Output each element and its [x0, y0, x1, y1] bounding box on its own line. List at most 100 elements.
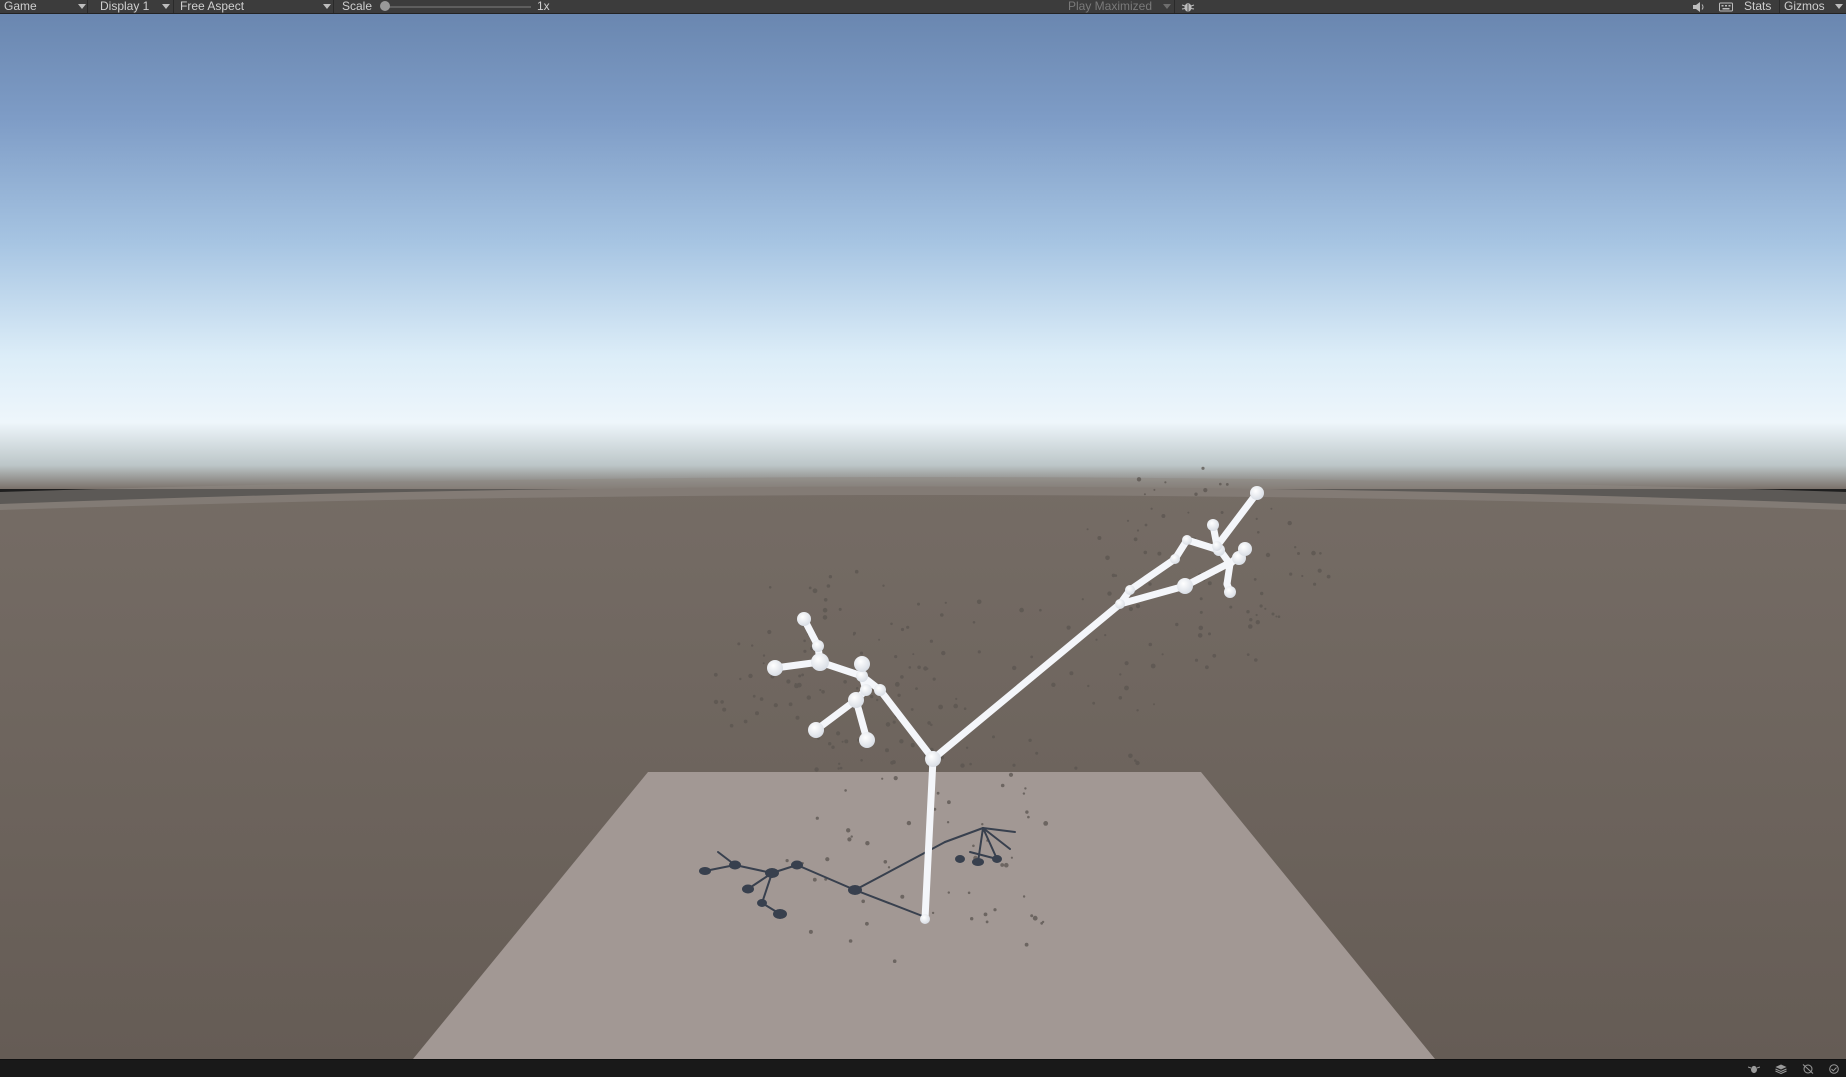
- particle: [1208, 632, 1211, 636]
- particle: [965, 746, 969, 749]
- debug-toggle-button[interactable]: [1178, 0, 1198, 13]
- particle: [985, 920, 989, 924]
- particle: [938, 704, 943, 710]
- particle: [1157, 551, 1162, 556]
- particle: [899, 739, 904, 744]
- particle: [1164, 481, 1167, 484]
- particle: [1260, 591, 1264, 596]
- particle: [967, 891, 971, 895]
- particle: [1199, 597, 1203, 601]
- particle: [1000, 863, 1005, 867]
- particle: [941, 650, 946, 656]
- particle: [891, 760, 896, 765]
- keyboard-shortcuts-button[interactable]: [1716, 0, 1736, 13]
- particle: [860, 759, 863, 762]
- bug-icon[interactable]: [1748, 1064, 1760, 1074]
- particle: [912, 653, 915, 656]
- particle: [1030, 655, 1034, 659]
- chevron-down-icon: [162, 4, 170, 9]
- particle: [1119, 673, 1122, 676]
- status-bar: [0, 1059, 1846, 1077]
- particle: [876, 698, 879, 702]
- particle: [1198, 625, 1204, 631]
- particle: [722, 707, 727, 712]
- mute-audio-button[interactable]: [1690, 0, 1708, 13]
- particle: [844, 789, 847, 792]
- particle: [843, 680, 847, 684]
- particle: [906, 820, 912, 826]
- particle: [1161, 653, 1164, 656]
- particle: [803, 649, 807, 653]
- scale-label: Scale: [342, 0, 373, 13]
- game-viewport[interactable]: [0, 14, 1846, 1059]
- particle: [812, 877, 817, 882]
- particle: [1104, 634, 1107, 637]
- particle: [822, 607, 828, 613]
- particle: [844, 739, 849, 744]
- particle: [773, 703, 778, 708]
- particle: [1265, 552, 1271, 558]
- particle: [1203, 488, 1208, 493]
- particle: [1270, 507, 1273, 510]
- gizmos-dropdown[interactable]: Gizmos: [1779, 0, 1846, 13]
- particle: [808, 586, 812, 590]
- particle: [822, 615, 828, 620]
- particle: [1126, 519, 1130, 522]
- particle: [1326, 574, 1331, 579]
- particle: [1136, 477, 1142, 482]
- chevron-down-icon: [1835, 4, 1843, 9]
- scale-slider-track[interactable]: [385, 6, 531, 8]
- particle: [1066, 625, 1071, 630]
- particle: [1246, 653, 1250, 656]
- particle: [1012, 665, 1017, 671]
- particle: [890, 622, 893, 626]
- particle: [1225, 483, 1229, 486]
- particle: [1287, 520, 1292, 526]
- display-label: Display 1: [100, 0, 150, 13]
- particle: [1024, 942, 1029, 947]
- particle: [976, 599, 982, 605]
- particle: [1022, 792, 1026, 795]
- particle: [1148, 642, 1153, 647]
- stack-icon[interactable]: [1775, 1064, 1787, 1074]
- scale-slider-handle[interactable]: [380, 1, 390, 11]
- particle: [785, 859, 789, 863]
- particle: [1035, 751, 1039, 755]
- particle: [1275, 615, 1278, 618]
- particle: [729, 723, 734, 728]
- particle: [1205, 665, 1209, 670]
- particle: [815, 816, 819, 820]
- particle: [929, 639, 934, 643]
- particle: [1255, 613, 1258, 617]
- particle: [798, 674, 802, 678]
- particle: [1040, 921, 1044, 925]
- particle: [917, 665, 921, 670]
- particle: [1259, 604, 1263, 608]
- particle: [1301, 574, 1304, 578]
- particle: [940, 613, 944, 617]
- check-circle-icon[interactable]: [1828, 1064, 1840, 1074]
- particle: [1039, 608, 1042, 612]
- particle: [894, 655, 898, 659]
- particle: [981, 823, 984, 826]
- network-icon[interactable]: [1802, 1064, 1814, 1074]
- particle: [737, 642, 741, 646]
- particle: [1311, 550, 1316, 556]
- particle: [1118, 696, 1123, 700]
- gizmos-label: Gizmos: [1784, 0, 1825, 13]
- aspect-dropdown[interactable]: Free Aspect: [176, 0, 334, 13]
- particle: [847, 837, 852, 842]
- particle: [808, 929, 813, 934]
- play-mode-dropdown[interactable]: Play Maximized: [1065, 0, 1175, 13]
- particle: [1081, 598, 1084, 601]
- particle: [846, 828, 851, 833]
- display-dropdown[interactable]: Display 1: [96, 0, 174, 13]
- view-mode-dropdown[interactable]: Game: [0, 0, 88, 13]
- particle: [970, 917, 974, 921]
- particle: [1107, 591, 1112, 596]
- particle: [853, 631, 856, 635]
- speaker-icon: [1693, 2, 1704, 12]
- particle: [751, 644, 754, 647]
- particle: [1008, 772, 1014, 777]
- stats-toggle-button[interactable]: Stats: [1744, 0, 1771, 13]
